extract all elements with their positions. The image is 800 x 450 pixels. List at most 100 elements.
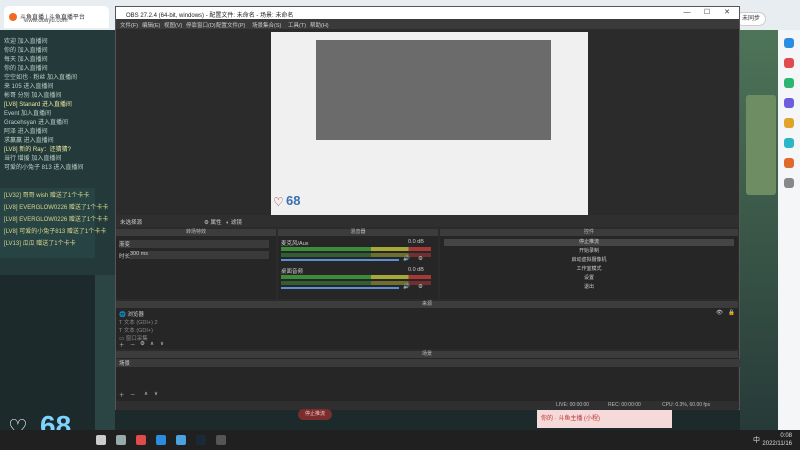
address-bar[interactable]: www.douyu.com (4, 16, 124, 28)
preview-canvas[interactable]: ♡ 68 (271, 32, 588, 215)
favorites-icon[interactable] (784, 58, 794, 68)
start-recording-button[interactable]: 开始录制 (444, 248, 734, 255)
chat-message: 求赢赢 进入直播间 (4, 138, 54, 144)
add-icon[interactable] (784, 178, 794, 188)
menu-help[interactable]: 帮助(H) (310, 21, 329, 29)
chat-message: 当行 增援 加入直播间 (4, 156, 62, 162)
shopping-icon[interactable] (784, 118, 794, 128)
scenes-dock: 场景 场景 ＋ － ∧ ∨ (116, 351, 741, 401)
sources-dock: 来源 🌐 浏览器 T 文本 (GDI+) 2 T 文本 (GDI+) ▭ 窗口采… (116, 301, 738, 349)
source-item[interactable]: 🌐 浏览器 (119, 310, 144, 318)
steam-icon[interactable] (196, 435, 206, 445)
chat-message: 可爱的小兔子 813 进入直播间 (4, 165, 84, 171)
system-clock[interactable]: 0:08 2022/11/16 (762, 432, 792, 448)
input-language[interactable]: 中 (753, 435, 760, 445)
nested-preview (316, 40, 551, 140)
live-status: LIVE: 00:00:00 (556, 402, 590, 408)
source-settings-icon[interactable]: ⚙ (140, 341, 145, 347)
apps-icon[interactable] (784, 78, 794, 88)
games-icon[interactable] (784, 98, 794, 108)
page-background-right (740, 30, 778, 430)
filters-button[interactable]: ◐ 滤镜 (226, 218, 242, 226)
gift-message: [LV8] 可爱的小兔子813 赠送了1个卡卡 (4, 229, 107, 235)
eye-icon[interactable]: 👁 (716, 310, 723, 316)
search-icon[interactable] (784, 38, 794, 48)
volume-slider[interactable] (281, 259, 399, 261)
transition-select[interactable]: 渐变 (119, 240, 269, 248)
add-source-icon[interactable]: ＋ (119, 341, 125, 349)
chat-message: 来 105 进入直播间 (4, 84, 54, 90)
duration-input[interactable]: 300 ms (130, 251, 269, 259)
volume-meter (281, 275, 431, 279)
chat-message: 空空如也 · 粉丝 加入直播间 (4, 75, 77, 81)
lock-icon[interactable]: 🔒 (728, 310, 735, 316)
menu-edit[interactable]: 编辑(E) (142, 21, 160, 29)
settings-button[interactable]: 设置 (444, 275, 734, 282)
properties-button[interactable]: ⚙ 属性 (204, 218, 221, 226)
sync-login-button[interactable]: 未同步 (736, 12, 766, 26)
maximize-icon[interactable]: ☐ (697, 7, 717, 19)
browser-sidebar (778, 30, 800, 430)
controls-dock: 控件 停止推流 开始录制 启动虚拟摄像机 工作室模式 设置 退出 (440, 229, 738, 299)
obs-status-bar: LIVE: 00:00:00 REC: 00:00:00 CPU: 0.3%, … (116, 401, 738, 410)
close-icon[interactable]: ✕ (717, 7, 737, 19)
bird-icon[interactable] (176, 435, 186, 445)
gift-message: [LV8] EVERGLOW0226 赠送了1个卡卡 (4, 205, 109, 211)
chat-message: [LV8] Stanard 进入直播间 (4, 102, 72, 108)
cpu-status: CPU: 0.3%, 60.00 fps (662, 402, 711, 408)
music-icon[interactable] (784, 138, 794, 148)
source-item[interactable]: T 文本 (GDI+) (119, 326, 153, 334)
remove-source-icon[interactable]: － (130, 341, 136, 349)
obs-menubar: 文件(F) 编辑(E) 视图(V) 停靠窗口(D) 配置文件(P) 场景集合(S… (116, 19, 739, 29)
gear-icon[interactable]: ⚙ (418, 284, 423, 290)
windows-taskbar: 中 0:08 2022/11/16 (0, 430, 800, 450)
ad-banner[interactable] (746, 95, 776, 195)
chat-message: 欢迎 加入直播间 (4, 39, 48, 45)
start-virtual-camera-button[interactable]: 启动虚拟摄像机 (444, 257, 734, 264)
preview-viewer-count: 68 (286, 193, 301, 208)
menu-tools[interactable]: 工具(T) (288, 21, 306, 29)
transitions-header: 转场特效 (116, 229, 276, 236)
menu-profile[interactable]: 配置文件(P) (216, 21, 245, 29)
chat-message: Gracehsyan 进入直播间 (4, 120, 69, 126)
stop-stream-pill[interactable]: 停止推流 (298, 409, 332, 420)
move-down-icon[interactable]: ∨ (160, 341, 164, 347)
chrome-icon[interactable] (116, 435, 126, 445)
edge-icon[interactable] (156, 435, 166, 445)
transitions-dock: 转场特效 渐变 时长 300 ms (116, 229, 276, 299)
move-down-icon[interactable]: ∨ (154, 391, 158, 397)
menu-scene-collection[interactable]: 场景集合(S) (252, 21, 281, 29)
scenes-header: 场景 (116, 351, 738, 358)
chat-message: Event 加入直播间 (4, 111, 52, 117)
scene-item[interactable]: 场景 (116, 359, 741, 367)
obs-taskbar-icon[interactable] (216, 435, 226, 445)
controls-header: 控件 (440, 229, 738, 236)
source-item[interactable]: T 文本 (GDI+) 2 (119, 318, 158, 326)
menu-file[interactable]: 文件(F) (120, 21, 138, 29)
speaker-icon[interactable]: 🔊 (403, 284, 410, 290)
speaker-icon[interactable]: 🔊 (403, 256, 410, 262)
exit-button[interactable]: 退出 (444, 284, 734, 291)
gear-icon[interactable]: ⚙ (418, 256, 423, 262)
gift-message: [LV8] EVERGLOW0226 赠送了1个卡卡 (4, 217, 109, 223)
mixer-header: 混音器 (278, 229, 438, 236)
minimize-icon[interactable]: — (677, 7, 697, 19)
pin-icon[interactable] (96, 435, 106, 445)
notification-toast[interactable]: 你的 · 斗鱼主播 (小程) (537, 410, 672, 428)
remove-scene-icon[interactable]: － (130, 391, 136, 399)
menu-view[interactable]: 视图(V) (164, 21, 182, 29)
stop-streaming-button[interactable]: 停止推流 (444, 239, 734, 246)
gift-feed: [LV32] 哥哥 wish 赠送了1个卡卡 [LV8] EVERGLOW022… (0, 188, 108, 258)
volume-slider[interactable] (281, 287, 399, 289)
mixer-channel-name: 桌面音频 (281, 269, 304, 275)
move-up-icon[interactable]: ∧ (150, 341, 154, 347)
gift-message: [LV32] 哥哥 wish 赠送了1个卡卡 (4, 193, 90, 199)
studio-mode-button[interactable]: 工作室模式 (444, 266, 734, 273)
clock-time: 0:08 (780, 433, 792, 439)
video-icon[interactable] (784, 158, 794, 168)
add-scene-icon[interactable]: ＋ (119, 391, 125, 399)
audio-mixer-dock: 混音器 麦克风/Aux 0.0 dB 🔊 ⚙ 桌面音频 0.0 dB 🔊 ⚙ (278, 229, 438, 299)
menu-docks[interactable]: 停靠窗口(D) (186, 21, 216, 29)
netease-icon[interactable] (136, 435, 146, 445)
move-up-icon[interactable]: ∧ (144, 391, 148, 397)
